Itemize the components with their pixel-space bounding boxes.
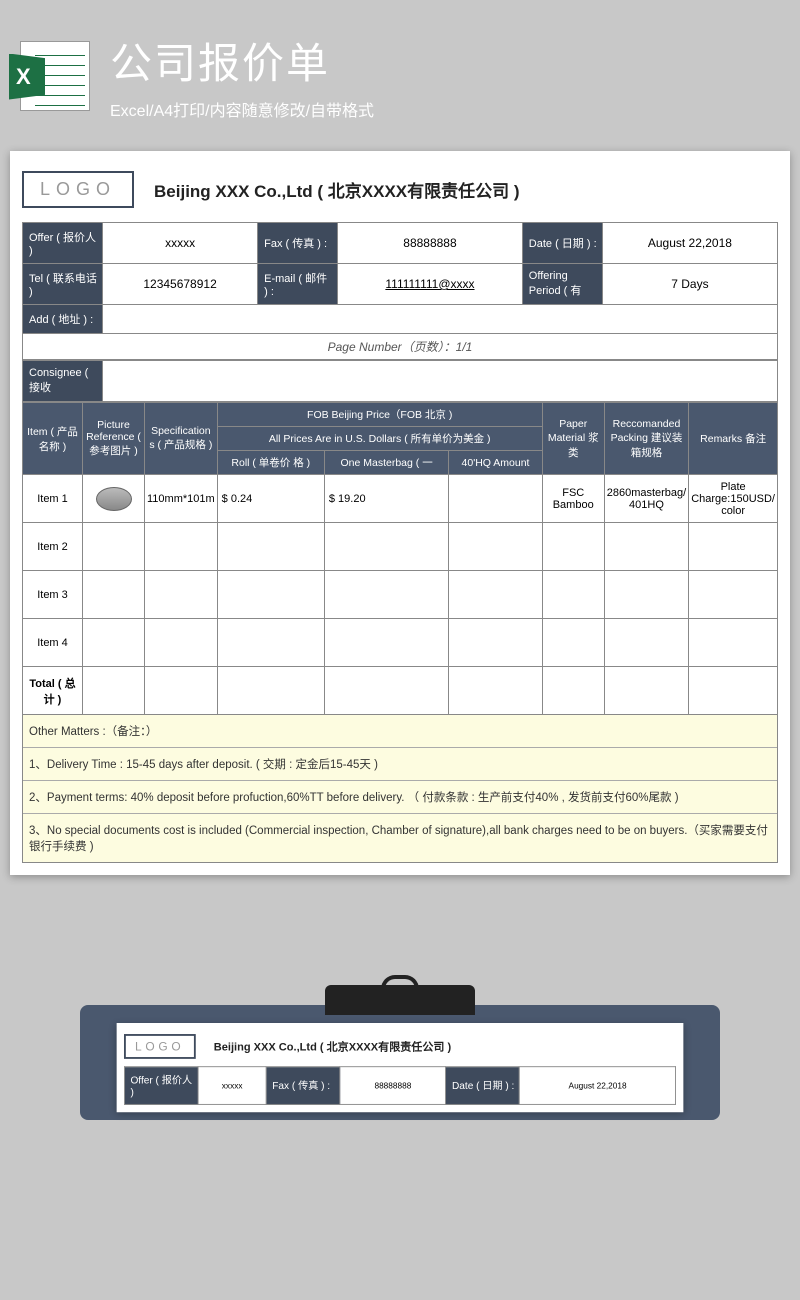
logo-placeholder: LOGO (22, 171, 134, 208)
cell-picture[interactable] (83, 571, 145, 619)
cell-spec[interactable] (145, 571, 218, 619)
cell-spec[interactable] (145, 619, 218, 667)
offer-value[interactable]: xxxxx (103, 223, 258, 264)
note-1: 1、Delivery Time : 15-45 days after depos… (23, 748, 777, 781)
col-picture: Picture Reference ( 参考图片 ) (83, 403, 145, 475)
tel-label: Tel ( 联系电话 ) (23, 264, 103, 305)
cell-item[interactable]: Item 1 (23, 475, 83, 523)
info-table: Offer ( 报价人 ) xxxxx Fax ( 传真 ) : 8888888… (22, 222, 778, 334)
clipboard-preview: LOGO Beijing XXX Co.,Ltd ( 北京XXXX有限责任公司 … (80, 985, 720, 1120)
cell-spec[interactable]: 110mm*101m (145, 475, 218, 523)
cell-pack[interactable] (604, 619, 689, 667)
email-value[interactable]: 111111111@xxxx (338, 264, 523, 305)
col-one: One Masterbag ( 一 (324, 451, 448, 475)
fax-label: Fax ( 传真 ) : (258, 223, 338, 264)
cell-roll[interactable]: $ 0.24 (217, 475, 324, 523)
cell-one[interactable] (324, 571, 448, 619)
quotation-document: LOGO Beijing XXX Co.,Ltd ( 北京XXXX有限责任公司 … (10, 151, 790, 875)
cell-spec[interactable] (145, 523, 218, 571)
date-label: Date ( 日期 ) : (522, 223, 602, 264)
table-row: Item 4 (23, 619, 778, 667)
col-item: Item ( 产品名称 ) (23, 403, 83, 475)
cell-hq[interactable] (449, 475, 542, 523)
cell-roll[interactable] (217, 571, 324, 619)
note-3: 3、No special documents cost is included … (23, 814, 777, 862)
cell-pack[interactable] (604, 571, 689, 619)
table-row: Item 2 (23, 523, 778, 571)
cell-paper[interactable] (542, 523, 604, 571)
col-remarks: Remarks 备注 (689, 403, 778, 475)
thumb-logo: LOGO (124, 1034, 195, 1059)
consignee-label: Consignee ( 接收 (23, 361, 103, 402)
offer-label: Offer ( 报价人 ) (23, 223, 103, 264)
cell-hq[interactable] (449, 571, 542, 619)
cell-item[interactable]: Item 3 (23, 571, 83, 619)
period-value[interactable]: 7 Days (602, 264, 777, 305)
clipboard-clip-icon (325, 985, 475, 1015)
note-2: 2、Payment terms: 40% deposit before prof… (23, 781, 777, 814)
col-fob-sub: All Prices Are in U.S. Dollars ( 所有单价为美金… (217, 427, 542, 451)
cell-one[interactable] (324, 523, 448, 571)
col-roll: Roll ( 单卷价 格 ) (217, 451, 324, 475)
page-title: 公司报价单 (110, 30, 374, 91)
address-value[interactable] (103, 305, 778, 334)
cell-hq[interactable] (449, 619, 542, 667)
cell-picture[interactable] (83, 475, 145, 523)
cell-paper[interactable]: FSC Bamboo (542, 475, 604, 523)
notes-section: Other Matters :（备注：） 1、Delivery Time : 1… (22, 715, 778, 863)
consignee-value[interactable] (103, 361, 778, 402)
cell-picture[interactable] (83, 619, 145, 667)
cell-remarks[interactable] (689, 523, 778, 571)
page-subtitle: Excel/A4打印/内容随意修改/自带格式 (110, 97, 374, 121)
page-header: 公司报价单 Excel/A4打印/内容随意修改/自带格式 (0, 0, 800, 141)
cell-pack[interactable] (604, 523, 689, 571)
table-row: Item 1 110mm*101m$ 0.24$ 19.20 FSC Bamboo2… (23, 475, 778, 523)
cell-one[interactable] (324, 619, 448, 667)
cell-paper[interactable] (542, 571, 604, 619)
items-table: Item ( 产品名称 ) Picture Reference ( 参考图片 )… (22, 402, 778, 715)
cell-paper[interactable] (542, 619, 604, 667)
cell-pack[interactable]: 2860masterbag/ 401HQ (604, 475, 689, 523)
cell-remarks[interactable] (689, 571, 778, 619)
total-label: Total ( 总计 ) (23, 667, 83, 715)
notes-title: Other Matters :（备注：） (23, 715, 777, 748)
table-row: Item 3 (23, 571, 778, 619)
excel-icon (20, 41, 90, 111)
col-packing: Reccomanded Packing 建议装箱规格 (604, 403, 689, 475)
cell-item[interactable]: Item 2 (23, 523, 83, 571)
company-name: Beijing XXX Co.,Ltd ( 北京XXXX有限责任公司 ) (154, 177, 520, 202)
product-image-icon (96, 487, 132, 511)
cell-remarks[interactable]: Plate Charge:150USD/ color (689, 475, 778, 523)
period-label: Offering Period ( 有 (522, 264, 602, 305)
page-number: Page Number（页数）：1/1 (22, 334, 778, 360)
col-hq: 40'HQ Amount (449, 451, 542, 475)
cell-one[interactable]: $ 19.20 (324, 475, 448, 523)
fax-value[interactable]: 88888888 (338, 223, 523, 264)
col-fob-top: FOB Beijing Price（FOB 北京 ) (217, 403, 542, 427)
cell-hq[interactable] (449, 523, 542, 571)
col-spec: Specification s ( 产品规格 ) (145, 403, 218, 475)
thumb-company: Beijing XXX Co.,Ltd ( 北京XXXX有限责任公司 ) (214, 1039, 451, 1055)
cell-picture[interactable] (83, 523, 145, 571)
cell-roll[interactable] (217, 619, 324, 667)
tel-value[interactable]: 12345678912 (103, 264, 258, 305)
cell-item[interactable]: Item 4 (23, 619, 83, 667)
cell-roll[interactable] (217, 523, 324, 571)
date-value[interactable]: August 22,2018 (602, 223, 777, 264)
col-paper: Paper Material 浆类 (542, 403, 604, 475)
address-label: Add ( 地址 ) : (23, 305, 103, 334)
email-label: E-mail ( 邮件 ) : (258, 264, 338, 305)
cell-remarks[interactable] (689, 619, 778, 667)
